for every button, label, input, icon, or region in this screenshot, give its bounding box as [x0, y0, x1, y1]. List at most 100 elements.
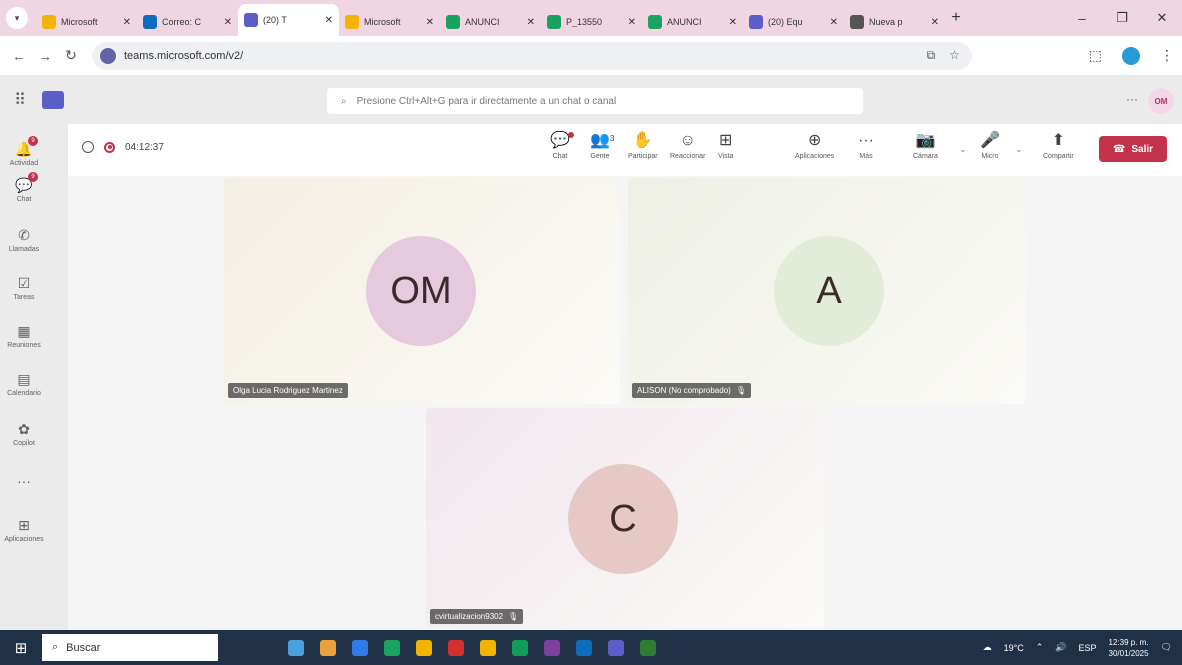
tool-chat[interactable]: 💬 Chat: [550, 132, 574, 160]
rail-item-copilot[interactable]: ✿ Copilot: [0, 420, 48, 448]
teams-app-rail: 🔔 9 Actividad 💬 9 Chat ✆ Llamadas ☑ Tareas ▦ Reunio…: [0, 124, 68, 630]
tab-close-icon[interactable]: ✕: [426, 17, 434, 28]
browser-tab[interactable]: P_13550 ✕: [541, 8, 642, 36]
rail-item-tareas[interactable]: ☑ Tareas: [0, 274, 48, 302]
taskbar-app-icon[interactable]: [544, 639, 560, 656]
taskbar-app-icon[interactable]: [448, 639, 464, 656]
minimize-icon[interactable]: –: [1062, 11, 1102, 26]
rail-item-reuniones[interactable]: ▦ Reuniones: [0, 322, 48, 350]
install-app-icon[interactable]: ⧉: [927, 48, 936, 63]
rail-item-more[interactable]: ···: [0, 472, 48, 490]
tab-close-icon[interactable]: ✕: [931, 17, 939, 28]
browser-tab[interactable]: ANUNCI ✕: [440, 8, 541, 36]
taskbar-search[interactable]: ⌕ Buscar: [42, 634, 218, 661]
url-field[interactable]: teams.microsoft.com/v2/ ⧉ ☆: [92, 41, 972, 70]
hang-up-icon: ☎: [1112, 143, 1126, 155]
tab-close-icon[interactable]: ✕: [123, 17, 131, 28]
bookmark-star-icon[interactable]: ☆: [949, 48, 960, 63]
settings-more-icon[interactable]: ···: [1126, 92, 1138, 106]
mic-options-chevron-icon[interactable]: ⌄: [1015, 144, 1023, 155]
user-avatar[interactable]: OM: [1148, 88, 1174, 114]
meeting-info-icon[interactable]: [82, 141, 94, 153]
tab-close-icon[interactable]: ✕: [224, 17, 232, 28]
chat-icon: 💬: [550, 132, 570, 149]
more-apps-icon: ···: [17, 473, 31, 489]
participant-tile[interactable]: OM Olga Lucia Rodriguez Martinez: [224, 178, 620, 404]
taskbar-app-icon[interactable]: [608, 639, 624, 656]
participant-count: 3: [610, 134, 615, 143]
site-info-icon[interactable]: [100, 47, 116, 64]
taskbar-app-icon[interactable]: [640, 639, 656, 656]
tool-vista[interactable]: ⊞ Vista: [718, 132, 733, 160]
tool-participar[interactable]: ✋ Participar: [628, 132, 658, 160]
rail-item-label: Actividad: [9, 160, 39, 167]
taskbar-app-icon[interactable]: [288, 639, 304, 656]
taskbar-app-icon[interactable]: [352, 639, 368, 656]
tab-close-icon[interactable]: ✕: [325, 15, 333, 26]
tool-más[interactable]: ··· Más: [858, 132, 874, 160]
tool-cámara[interactable]: 📷 Cámara: [913, 132, 938, 160]
tab-search-icon[interactable]: ▾: [6, 7, 28, 29]
language-indicator[interactable]: ESP: [1079, 643, 1097, 653]
weather-temp[interactable]: 19°C: [1004, 643, 1024, 653]
unread-dot: [567, 132, 574, 138]
taskbar-app-icon[interactable]: [576, 639, 592, 656]
browser-tab[interactable]: (20) T ✕: [238, 4, 339, 36]
participant-tile[interactable]: Ccvirtualizacion9302 🎙: [426, 408, 824, 628]
tool-compartir[interactable]: ⬆ Compartir: [1043, 132, 1074, 160]
notifications-icon[interactable]: 🗨: [1161, 642, 1172, 653]
rail-item-chat[interactable]: 💬 9 Chat: [0, 172, 48, 203]
reload-icon[interactable]: ↻: [60, 47, 82, 64]
tool-micro[interactable]: 🎤 Micro: [980, 132, 1000, 160]
maximize-icon[interactable]: ❐: [1102, 10, 1142, 26]
browser-tab[interactable]: Nueva p ✕: [844, 8, 945, 36]
extensions-icon[interactable]: ⬚: [1089, 47, 1102, 64]
rail-item-label: Tareas: [13, 294, 35, 301]
taskbar-app-icon[interactable]: [384, 639, 400, 656]
tab-close-icon[interactable]: ✕: [628, 17, 636, 28]
react-icon: ☺: [679, 132, 696, 149]
tool-gente[interactable]: 👥 3 Gente: [590, 132, 614, 160]
browser-tab[interactable]: (20) Equ ✕: [743, 8, 844, 36]
back-icon[interactable]: ←: [8, 48, 30, 64]
rail-item-label: Chat: [16, 196, 32, 203]
tasks-icon: ☑: [17, 274, 31, 291]
rail-item-aplicaciones[interactable]: ⊞ Aplicaciones: [0, 516, 48, 544]
browser-tab[interactable]: Microsoft ✕: [339, 8, 440, 36]
taskbar-app-icon[interactable]: [416, 639, 432, 656]
tray-expand-icon[interactable]: ⌃: [1036, 642, 1044, 653]
rail-item-llamadas[interactable]: ✆ Llamadas: [0, 226, 48, 254]
participant-tile[interactable]: A ALISON (No comprobado) 🎙: [628, 178, 1026, 404]
taskbar-app-icon[interactable]: [512, 639, 528, 656]
new-tab-button[interactable]: +: [945, 9, 967, 27]
tab-title: Microsoft: [61, 17, 98, 27]
leave-button[interactable]: ☎ Salir: [1099, 136, 1167, 162]
camera-off-icon: 📷: [915, 132, 936, 149]
camera-options-chevron-icon[interactable]: ⌄: [959, 144, 967, 155]
participant-avatar: A: [774, 236, 884, 346]
search-icon: ⌕: [341, 95, 347, 107]
tab-title: (20) Equ: [768, 17, 803, 27]
tool-reaccionar[interactable]: ☺ Reaccionar: [670, 132, 705, 160]
tab-close-icon[interactable]: ✕: [729, 17, 737, 28]
rail-item-calendario[interactable]: ▤ Calendario: [0, 370, 48, 398]
tab-close-icon[interactable]: ✕: [527, 17, 535, 28]
browser-tab[interactable]: Correo: C ✕: [137, 8, 238, 36]
close-icon[interactable]: ✕: [1142, 10, 1182, 26]
app-launcher-icon[interactable]: ⠿: [0, 90, 40, 110]
forward-icon[interactable]: →: [34, 48, 56, 64]
taskbar-app-icon[interactable]: [480, 639, 496, 656]
teams-search-input[interactable]: ⌕ Presione Ctrl+Alt+G para ir directamen…: [327, 88, 863, 114]
tab-close-icon[interactable]: ✕: [830, 17, 838, 28]
tool-aplicaciones[interactable]: ⊕ Aplicaciones: [795, 132, 834, 160]
profile-avatar[interactable]: [1122, 46, 1140, 65]
taskbar-app-icon[interactable]: [320, 639, 336, 656]
rail-item-actividad[interactable]: 🔔 9 Actividad: [0, 136, 48, 167]
clock[interactable]: 12:39 p. m. 30/01/2025: [1109, 637, 1149, 659]
start-icon[interactable]: ⊞: [0, 639, 42, 657]
window-controls: – ❐ ✕: [1062, 0, 1182, 36]
volume-icon[interactable]: 🔊: [1055, 642, 1066, 653]
browser-tab[interactable]: Microsoft ✕: [36, 8, 137, 36]
browser-menu-icon[interactable]: ⋮: [1160, 47, 1174, 64]
browser-tab[interactable]: ANUNCI ✕: [642, 8, 743, 36]
